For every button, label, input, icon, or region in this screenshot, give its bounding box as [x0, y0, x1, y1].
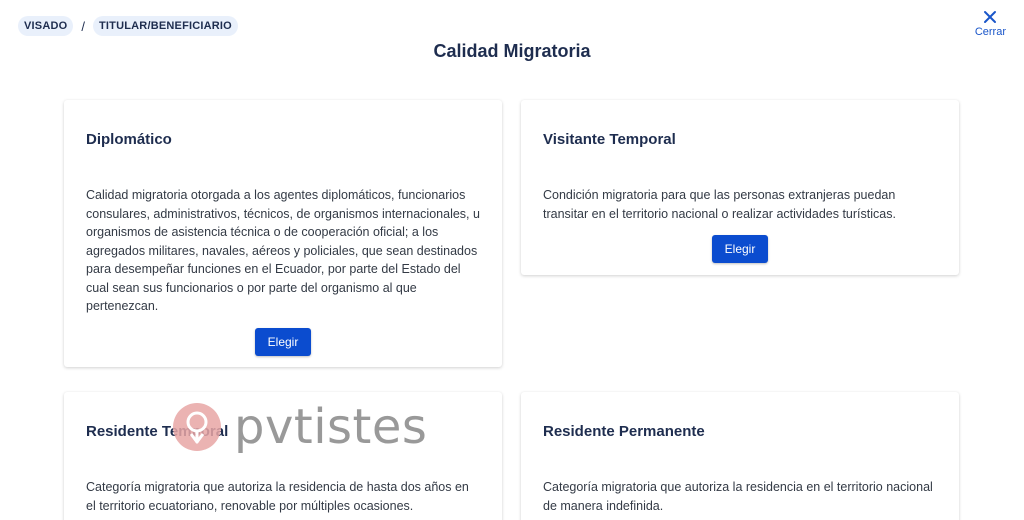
card-description: Categoría migratoria que autoriza la res… — [86, 480, 469, 513]
breadcrumb-separator: / — [81, 18, 85, 34]
breadcrumb: VISADO / TITULAR/BENEFICIARIO — [18, 16, 238, 36]
close-label: Cerrar — [974, 26, 1006, 38]
close-icon — [984, 11, 997, 23]
card-title: Visitante Temporal — [543, 131, 676, 148]
card-diplomatico: Diplomático Calidad migratoria otorgada … — [64, 100, 502, 367]
choose-button-diplomatico[interactable]: Elegir — [254, 327, 312, 356]
breadcrumb-item-titular[interactable]: TITULAR/BENEFICIARIO — [93, 16, 238, 36]
card-residente-temporal: Residente Temporal Categoría migratoria … — [64, 392, 502, 520]
breadcrumb-item-visado[interactable]: VISADO — [18, 16, 74, 36]
choose-button-visitante-temporal[interactable]: Elegir — [711, 235, 769, 263]
card-description: Categoría migratoria que autoriza la res… — [543, 480, 933, 513]
card-visitante-temporal: Visitante Temporal Condición migratoria … — [521, 100, 959, 275]
card-title: Diplomático — [86, 131, 172, 148]
card-title: Residente Permanente — [543, 423, 705, 440]
card-residente-permanente: Residente Permanente Categoría migratori… — [521, 392, 959, 520]
card-description: Condición migratoria para que las person… — [543, 188, 896, 221]
card-description: Calidad migratoria otorgada a los agente… — [86, 188, 480, 313]
card-title: Residente Temporal — [86, 423, 229, 440]
page: VISADO / TITULAR/BENEFICIARIO Cerrar Cal… — [0, 0, 1024, 520]
page-title: Calidad Migratoria — [433, 41, 591, 61]
close-button[interactable]: Cerrar — [975, 8, 1006, 38]
